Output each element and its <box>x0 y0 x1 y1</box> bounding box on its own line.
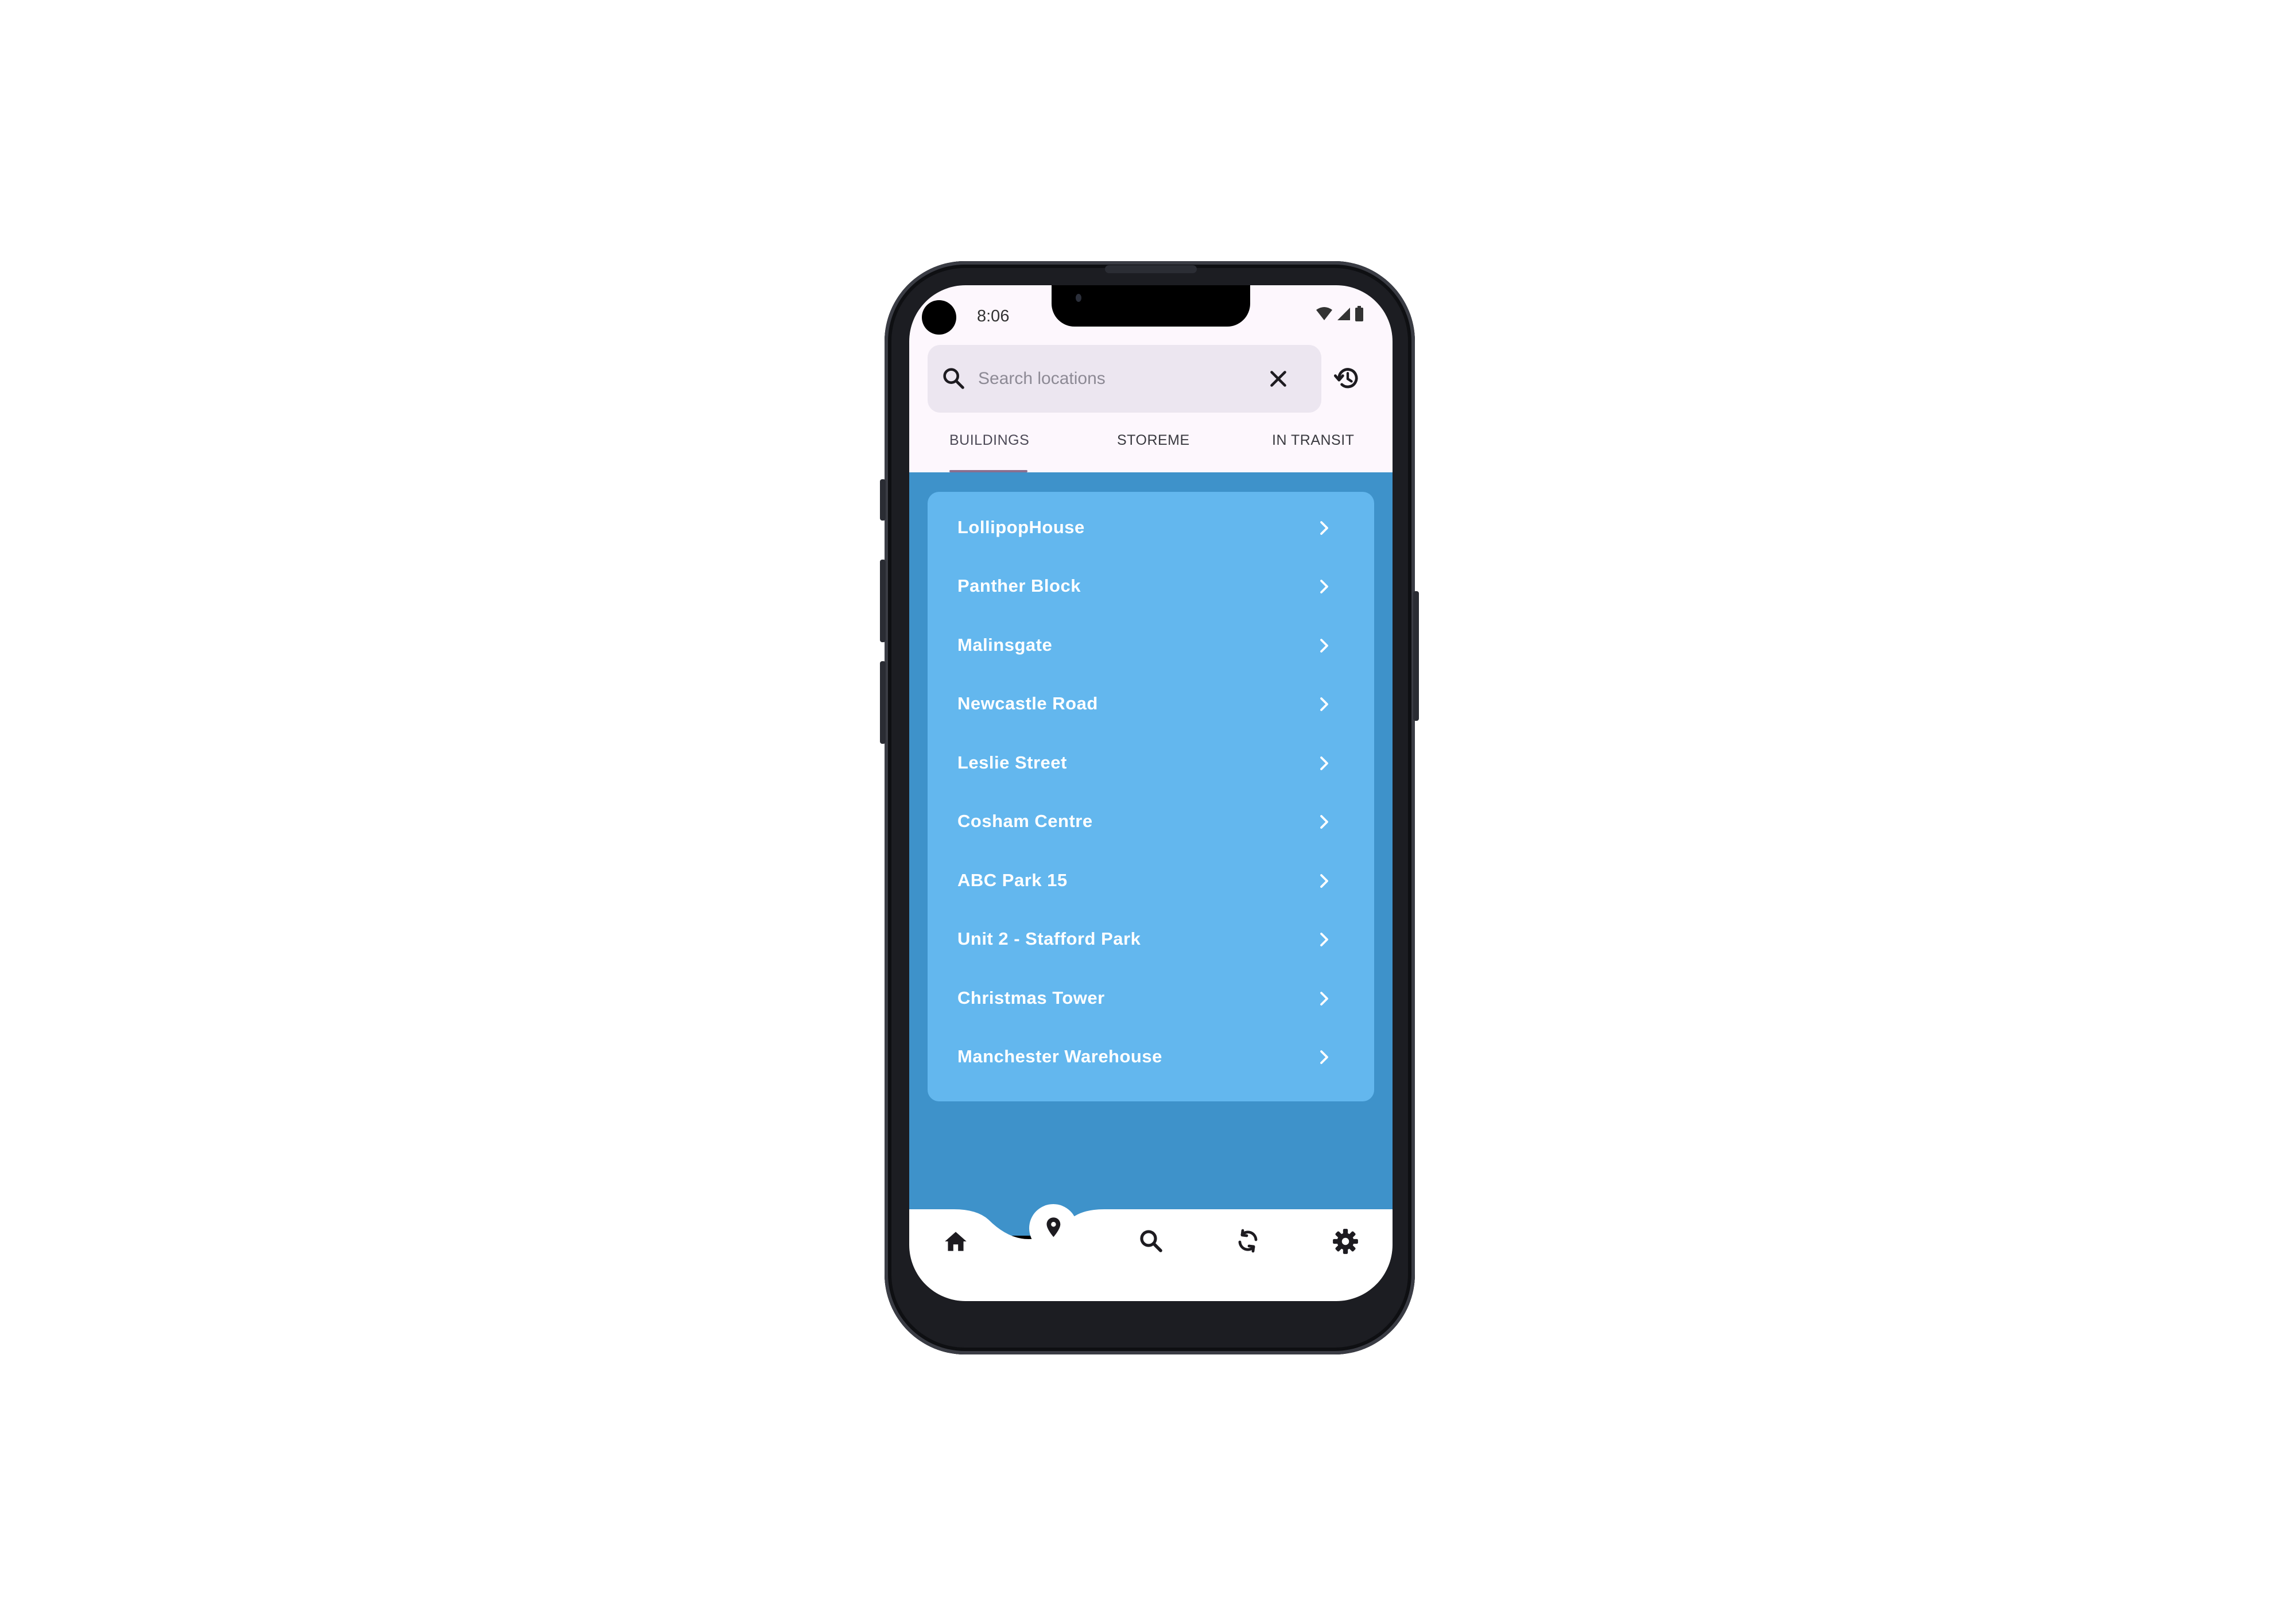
building-name: Newcastle Road <box>957 693 1098 713</box>
volume-down-button <box>880 661 886 744</box>
search-icon[interactable] <box>1137 1227 1165 1257</box>
status-time: 8:06 <box>977 307 1010 325</box>
chevron-right-icon <box>1316 637 1333 657</box>
phone-screen: 8:06 BUILDINGS STOREME IN TRAN <box>909 285 1393 1301</box>
notch <box>1052 285 1250 327</box>
tab-storeme[interactable]: STOREME <box>1117 432 1190 449</box>
battery-icon <box>1355 306 1363 321</box>
building-name: ABC Park 15 <box>957 870 1068 890</box>
mute-switch <box>880 479 886 521</box>
chevron-right-icon <box>1316 990 1333 1010</box>
front-sensor <box>1076 294 1081 302</box>
app-body: LollipopHouse Panther Block Malinsgate N… <box>909 472 1393 1236</box>
settings-icon[interactable] <box>1331 1227 1360 1259</box>
status-icons <box>1316 306 1364 322</box>
sync-icon[interactable] <box>1234 1227 1262 1257</box>
building-name: Manchester Warehouse <box>957 1046 1162 1066</box>
list-item[interactable]: ABC Park 15 <box>928 852 1374 910</box>
building-name: Unit 2 - Stafford Park <box>957 929 1141 949</box>
chevron-right-icon <box>1316 696 1333 716</box>
location-tab-button[interactable] <box>1029 1204 1078 1256</box>
search-bar[interactable] <box>928 345 1321 413</box>
list-item[interactable]: Leslie Street <box>928 734 1374 793</box>
bottom-navigation <box>909 1204 1393 1301</box>
building-name: Cosham Centre <box>957 811 1093 831</box>
building-name: Malinsgate <box>957 635 1053 655</box>
building-name: Panther Block <box>957 576 1081 596</box>
search-icon <box>940 365 967 394</box>
home-icon[interactable] <box>941 1227 970 1259</box>
list-item[interactable]: Christmas Tower <box>928 969 1374 1028</box>
list-item[interactable]: Unit 2 - Stafford Park <box>928 910 1374 969</box>
list-item[interactable]: Malinsgate <box>928 616 1374 675</box>
location-tabs: BUILDINGS STOREME IN TRANSIT <box>909 430 1393 472</box>
chevron-right-icon <box>1316 519 1333 539</box>
chevron-right-icon <box>1316 755 1333 775</box>
chevron-right-icon <box>1316 872 1333 892</box>
search-input[interactable] <box>977 362 1255 395</box>
wifi-icon <box>1316 307 1332 320</box>
chevron-right-icon <box>1316 931 1333 951</box>
earpiece-speaker <box>1105 265 1197 273</box>
list-item[interactable]: Newcastle Road <box>928 675 1374 733</box>
tab-buildings[interactable]: BUILDINGS <box>949 432 1029 449</box>
signal-icon <box>1337 308 1350 320</box>
power-button <box>1413 591 1419 721</box>
tab-in-transit[interactable]: IN TRANSIT <box>1272 432 1354 449</box>
camera-punch-hole <box>922 300 956 335</box>
history-icon[interactable] <box>1333 363 1363 396</box>
chevron-right-icon <box>1316 1049 1333 1069</box>
volume-up-button <box>880 560 886 642</box>
chevron-right-icon <box>1316 813 1333 833</box>
list-item[interactable]: Cosham Centre <box>928 793 1374 851</box>
building-name: Christmas Tower <box>957 988 1105 1008</box>
building-name: Leslie Street <box>957 752 1067 773</box>
list-item[interactable]: Manchester Warehouse <box>928 1028 1374 1086</box>
close-icon[interactable] <box>1265 366 1292 395</box>
list-item[interactable]: LollipopHouse <box>928 499 1374 557</box>
buildings-list: LollipopHouse Panther Block Malinsgate N… <box>928 492 1374 1101</box>
chevron-right-icon <box>1316 578 1333 598</box>
building-name: LollipopHouse <box>957 517 1085 537</box>
list-item[interactable]: Panther Block <box>928 557 1374 616</box>
